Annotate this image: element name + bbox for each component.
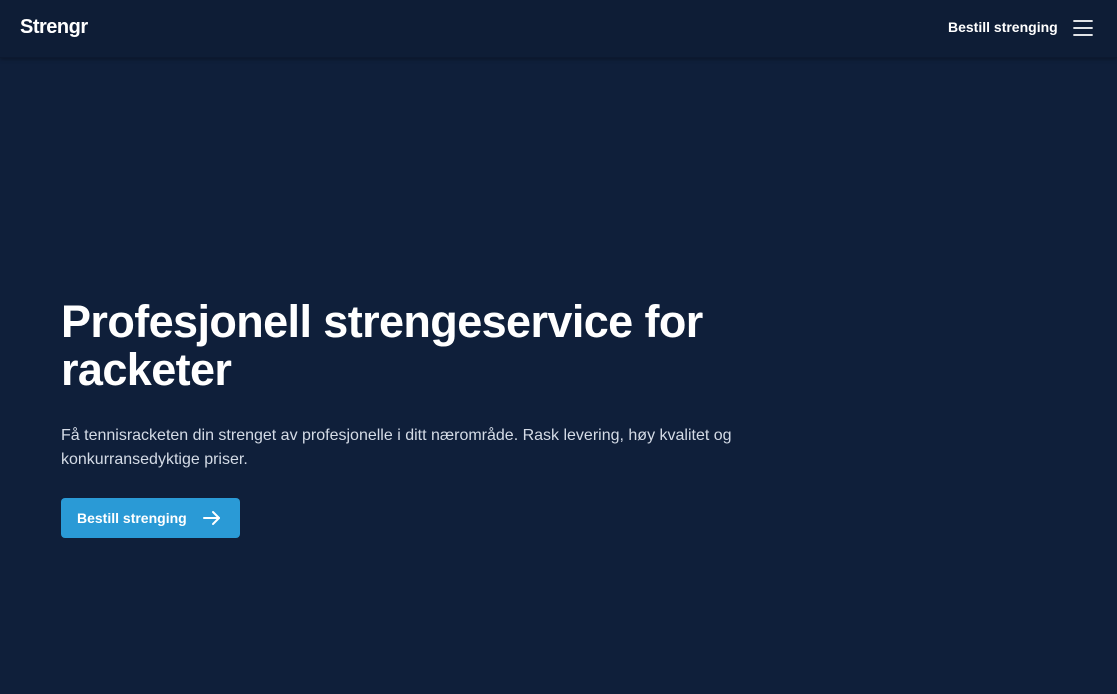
nav-order-stringing-link[interactable]: Bestill strenging <box>948 19 1058 35</box>
hamburger-menu-icon <box>1073 20 1093 36</box>
arrow-right-icon <box>202 508 222 528</box>
top-navbar: Strengr Bestill strenging <box>0 0 1117 58</box>
logo[interactable]: Strengr <box>20 16 88 39</box>
order-stringing-button[interactable]: Bestill strenging <box>61 498 240 538</box>
hero-section: Profesjonell strengeservice for racketer… <box>61 298 801 472</box>
hero-title: Profesjonell strengeservice for racketer <box>61 296 703 395</box>
menu-button[interactable] <box>1072 17 1094 39</box>
hero-subtitle: Få tennisracketen din strenget av profes… <box>61 427 732 468</box>
order-stringing-button-label: Bestill strenging <box>77 510 187 526</box>
page: Strengr Bestill strenging Profesjonell s… <box>0 0 1117 694</box>
